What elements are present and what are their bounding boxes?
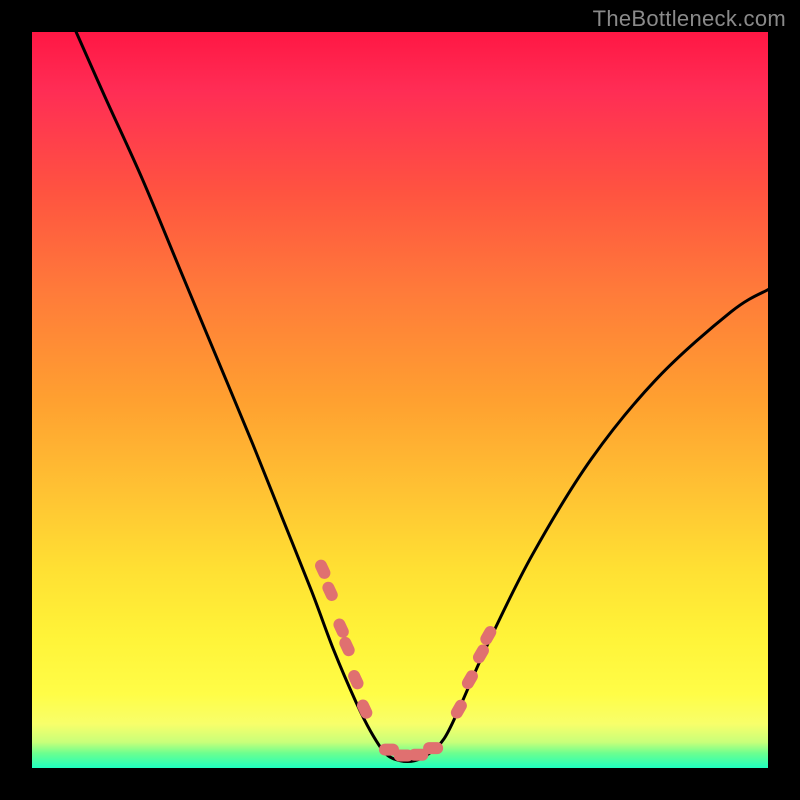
curve-marker bbox=[449, 697, 469, 720]
curve-markers bbox=[313, 558, 498, 762]
curve-marker bbox=[337, 635, 356, 658]
curve-marker bbox=[423, 742, 443, 754]
watermark-label: TheBottleneck.com bbox=[593, 6, 786, 32]
chart-frame: TheBottleneck.com bbox=[0, 0, 800, 800]
bottleneck-curve bbox=[32, 32, 768, 768]
curve-marker bbox=[460, 668, 480, 691]
plot-area bbox=[32, 32, 768, 768]
curve-marker bbox=[313, 558, 332, 581]
curve-marker bbox=[331, 617, 350, 640]
curve-marker bbox=[320, 580, 339, 603]
